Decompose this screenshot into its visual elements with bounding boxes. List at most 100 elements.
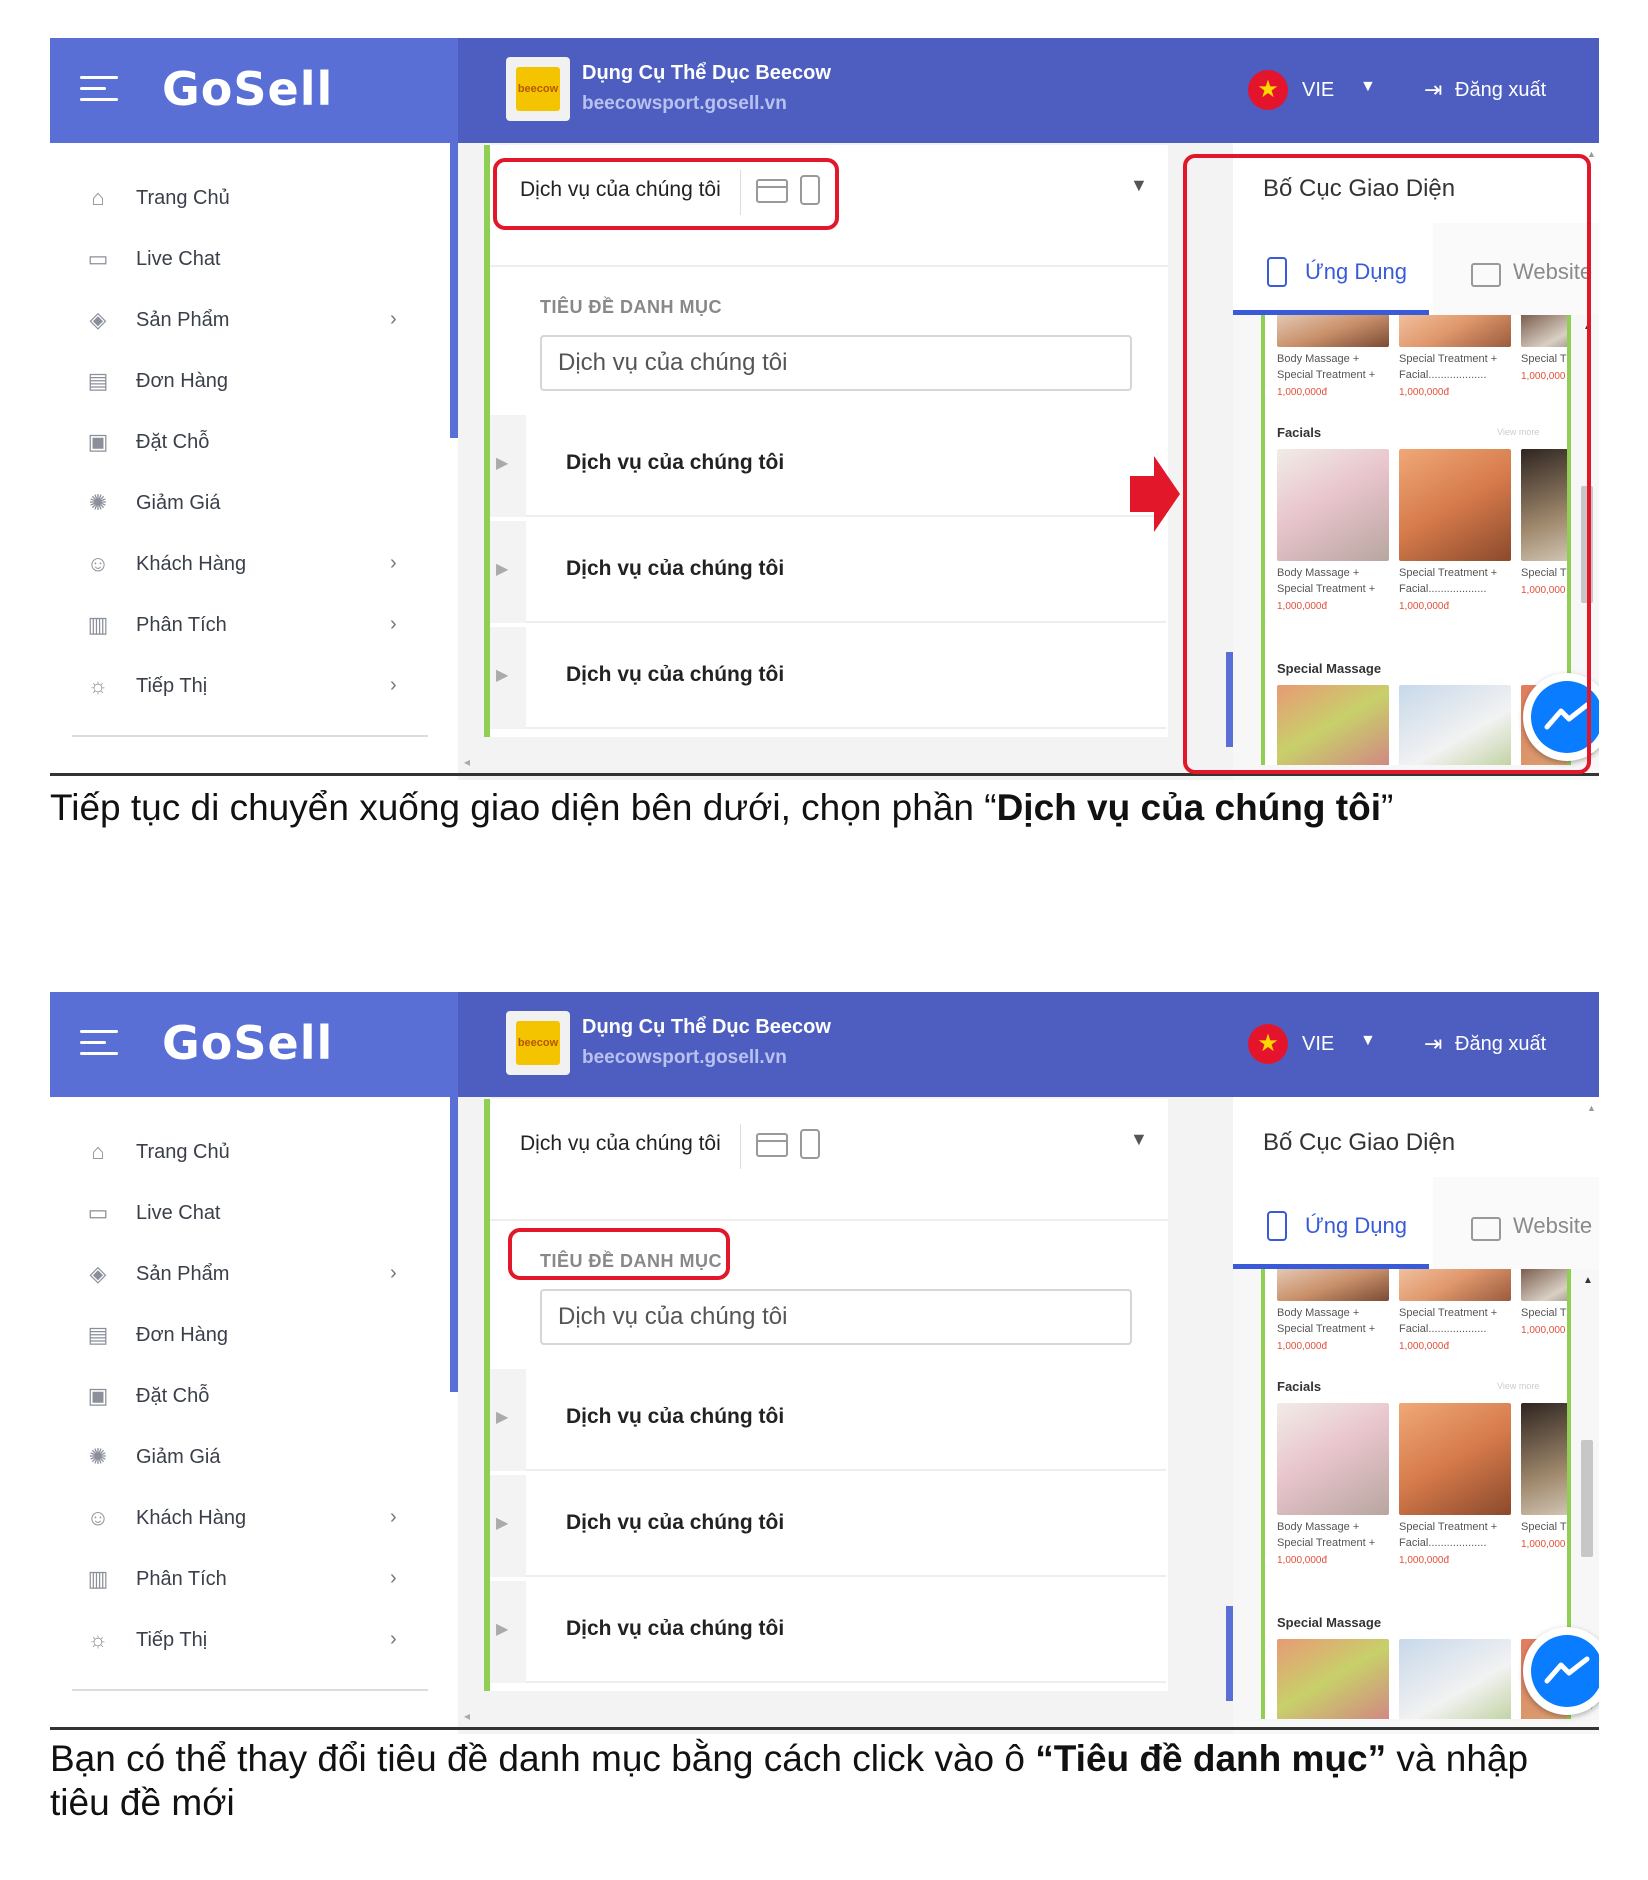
product-card[interactable]: Special T Facial...... 1,000,000 <box>1521 315 1567 382</box>
phone-preview[interactable]: Body Massage + Special Treatment + 1,000,… <box>1261 315 1571 765</box>
product-card[interactable]: Special T Facial...... 1,000,000 <box>1521 449 1567 596</box>
product-card[interactable]: Body Massage + Special Treatment + 1,000,… <box>1277 1403 1389 1566</box>
product-card[interactable] <box>1277 1639 1389 1719</box>
mobile-view-icon[interactable] <box>800 175 820 205</box>
hamburger-menu-icon[interactable] <box>80 1030 118 1058</box>
category-title-input[interactable]: Dịch vụ của chúng tôi <box>540 335 1132 391</box>
product-card[interactable]: Body Massage + Special Treatment + 1,000,… <box>1277 315 1389 398</box>
sidebar-item[interactable]: ✺ Giảm Giá <box>50 478 430 528</box>
scroll-up-icon[interactable]: ▲ <box>1583 321 1593 332</box>
sidebar-item[interactable]: ◈ Sản Phẩm › <box>50 295 430 345</box>
store-url[interactable]: beecowsport.gosell.vn <box>582 1047 787 1069</box>
editor-scrollbar[interactable] <box>1226 652 1233 747</box>
logout-button[interactable]: Đăng xuất <box>1455 79 1546 102</box>
tab-app[interactable]: Ứng Dụng <box>1233 223 1429 315</box>
product-name: Special T Facial...... <box>1521 353 1567 365</box>
product-card[interactable]: Special T Facial...... 1,000,000 <box>1521 1403 1567 1550</box>
tab-website[interactable]: Website <box>1433 1177 1599 1269</box>
sidebar-item[interactable]: ☼ Tiếp Thị › <box>50 661 430 711</box>
expand-arrow-icon[interactable]: ▶ <box>496 1407 508 1427</box>
product-card[interactable] <box>1399 1639 1511 1719</box>
language-selector[interactable]: VIE <box>1302 1033 1334 1056</box>
product-name: Body Massage + Special Treatment + <box>1277 1307 1376 1335</box>
collapse-caret-icon[interactable]: ▼ <box>1130 175 1148 196</box>
product-card[interactable]: Special Treatment + Facial..............… <box>1399 315 1511 398</box>
sidebar-item[interactable]: ✺ Giảm Giá <box>50 1432 430 1482</box>
service-row[interactable]: ▶ Dịch vụ của chúng tôi <box>490 1581 1168 1685</box>
sidebar-item[interactable]: ▭ Live Chat <box>50 234 430 284</box>
sidebar-item[interactable]: ▥ Phân Tích › <box>50 1554 430 1604</box>
desktop-view-icon[interactable] <box>756 1133 788 1157</box>
sidebar-item[interactable]: ▣ Đặt Chỗ <box>50 417 430 467</box>
editor-scrollbar[interactable] <box>1226 1606 1233 1701</box>
scroll-left-icon[interactable]: ◂ <box>464 755 470 769</box>
service-row[interactable]: ▶ Dịch vụ của chúng tôi <box>490 1369 1168 1473</box>
product-card[interactable] <box>1399 685 1511 765</box>
product-card[interactable]: Special Treatment + Facial..............… <box>1399 1403 1511 1566</box>
sidebar-scrollbar[interactable] <box>450 1097 458 1392</box>
mobile-view-icon[interactable] <box>800 1129 820 1159</box>
logout-button[interactable]: Đăng xuất <box>1455 1033 1546 1056</box>
sidebar-item[interactable]: ☼ Tiếp Thị › <box>50 1615 430 1665</box>
view-more-link[interactable]: View more <box>1497 427 1539 437</box>
sidebar-item[interactable]: ▭ Live Chat <box>50 1188 430 1238</box>
expand-arrow-icon[interactable]: ▶ <box>496 1619 508 1639</box>
vietnam-flag-icon[interactable]: ★ <box>1248 1024 1288 1064</box>
product-price: 1,000,000đ <box>1399 1555 1450 1566</box>
hamburger-menu-icon[interactable] <box>80 76 118 104</box>
logout-icon[interactable]: ⇥ <box>1424 77 1442 103</box>
product-name: Special T Facial...... <box>1521 1521 1567 1533</box>
service-row[interactable]: ▶ Dịch vụ của chúng tôi <box>490 415 1168 519</box>
product-price: 1,000,000 <box>1521 1325 1566 1336</box>
sidebar-item[interactable]: ▤ Đơn Hàng <box>50 1310 430 1360</box>
tab-website[interactable]: Website <box>1433 223 1599 315</box>
desktop-view-icon[interactable] <box>756 179 788 203</box>
product-card[interactable]: Special Treatment + Facial..............… <box>1399 1269 1511 1352</box>
outer-scroll-up-icon[interactable]: ▲ <box>1587 149 1596 159</box>
service-row[interactable]: ▶ Dịch vụ của chúng tôi <box>490 1475 1168 1579</box>
section-title[interactable]: Dịch vụ của chúng tôi <box>520 1132 721 1156</box>
sidebar-item[interactable]: ▥ Phân Tích › <box>50 600 430 650</box>
collapse-caret-icon[interactable]: ▼ <box>1130 1129 1148 1150</box>
tab-app[interactable]: Ứng Dụng <box>1233 1177 1429 1269</box>
section-title[interactable]: Dịch vụ của chúng tôi <box>520 178 721 202</box>
preview-scrollbar-thumb[interactable] <box>1581 1440 1593 1557</box>
outer-scroll-up-icon[interactable]: ▲ <box>1587 1103 1596 1113</box>
vietnam-flag-icon[interactable]: ★ <box>1248 70 1288 110</box>
gosell-logo[interactable]: GoSell <box>162 62 333 116</box>
phone-preview[interactable]: Body Massage + Special Treatment + 1,000,… <box>1261 1269 1571 1719</box>
service-row[interactable]: ▶ Dịch vụ của chúng tôi <box>490 627 1168 731</box>
language-selector[interactable]: VIE <box>1302 79 1334 102</box>
gosell-logo[interactable]: GoSell <box>162 1016 333 1070</box>
category-title-input[interactable]: Dịch vụ của chúng tôi <box>540 1289 1132 1345</box>
expand-arrow-icon[interactable]: ▶ <box>496 559 508 579</box>
sidebar-item[interactable]: ⌂ Trang Chủ <box>50 173 430 223</box>
view-more-link[interactable]: View more <box>1497 1381 1539 1391</box>
store-url[interactable]: beecowsport.gosell.vn <box>582 93 787 115</box>
sidebar-item[interactable]: ▣ Đặt Chỗ <box>50 1371 430 1421</box>
sidebar-item[interactable]: ⌂ Trang Chủ <box>50 1127 430 1177</box>
divider <box>490 265 1168 267</box>
sidebar-item[interactable]: ▤ Đơn Hàng <box>50 356 430 406</box>
sidebar-item[interactable]: ☺ Khách Hàng › <box>50 539 430 589</box>
product-card[interactable]: Body Massage + Special Treatment + 1,000,… <box>1277 1269 1389 1352</box>
expand-arrow-icon[interactable]: ▶ <box>496 453 508 473</box>
product-card[interactable] <box>1277 685 1389 765</box>
caret-down-icon[interactable]: ▼ <box>1360 78 1376 96</box>
product-card[interactable]: Body Massage + Special Treatment + 1,000,… <box>1277 449 1389 612</box>
caret-down-icon[interactable]: ▼ <box>1360 1032 1376 1050</box>
scroll-left-icon[interactable]: ◂ <box>464 1709 470 1723</box>
expand-arrow-icon[interactable]: ▶ <box>496 665 508 685</box>
product-image <box>1521 315 1567 347</box>
scroll-up-icon[interactable]: ▲ <box>1583 1275 1593 1286</box>
service-row[interactable]: ▶ Dịch vụ của chúng tôi <box>490 521 1168 625</box>
logout-icon[interactable]: ⇥ <box>1424 1031 1442 1057</box>
chevron-right-icon: › <box>390 552 397 574</box>
product-card[interactable]: Special Treatment + Facial..............… <box>1399 449 1511 612</box>
sidebar-scrollbar[interactable] <box>450 143 458 438</box>
sidebar-item[interactable]: ☺ Khách Hàng › <box>50 1493 430 1543</box>
product-card[interactable]: Special T Facial...... 1,000,000 <box>1521 1269 1567 1336</box>
expand-arrow-icon[interactable]: ▶ <box>496 1513 508 1533</box>
sidebar-item[interactable]: ◈ Sản Phẩm › <box>50 1249 430 1299</box>
preview-scrollbar-thumb[interactable] <box>1581 486 1593 603</box>
